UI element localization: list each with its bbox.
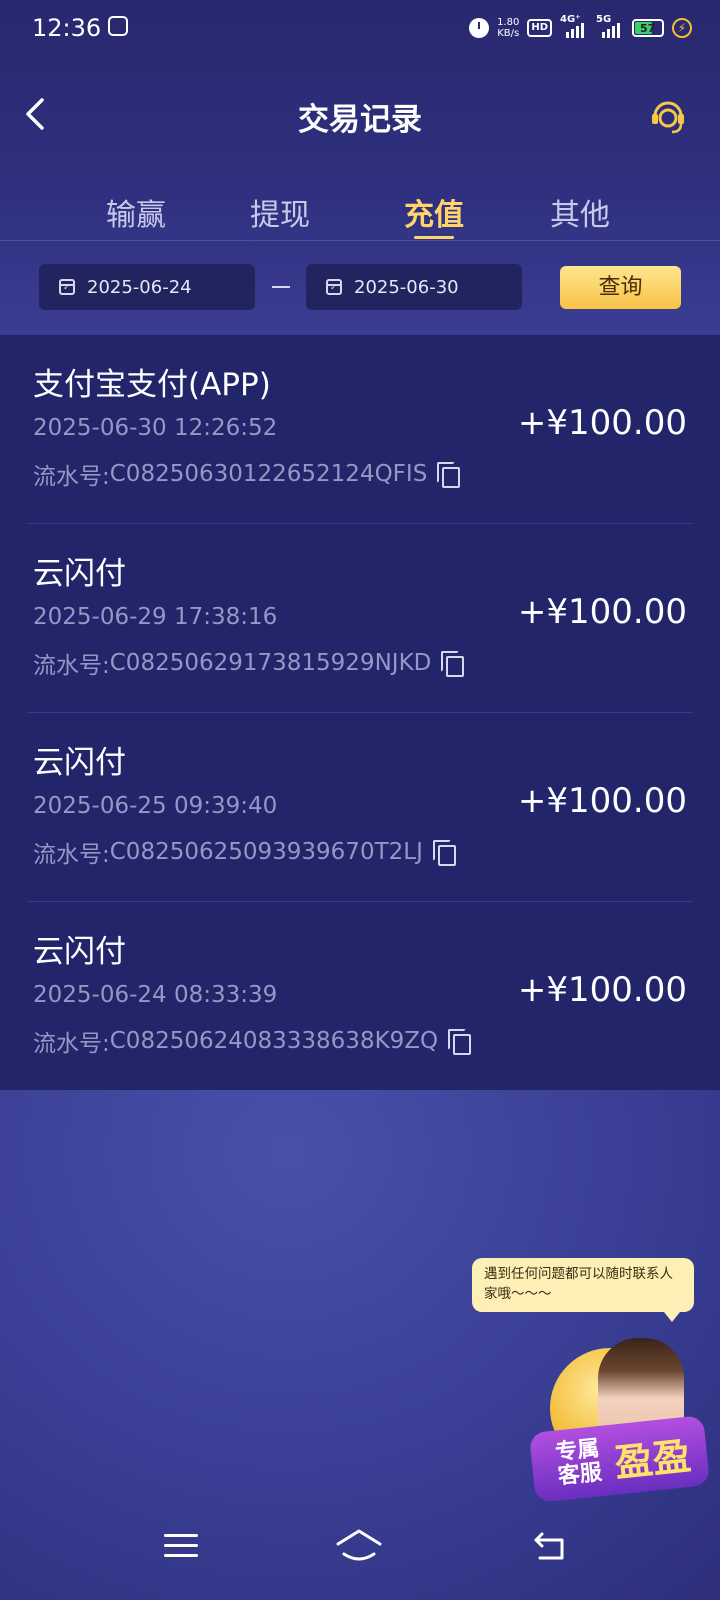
record-list: 支付宝支付(APP) 2025-06-30 12:26:52 流水号: C082… <box>0 335 720 1090</box>
query-button[interactable]: 查询 <box>560 266 681 309</box>
serial-number: C08250630122652124QFIS <box>109 461 428 487</box>
record-amount: +¥100.00 <box>517 403 687 443</box>
menu-icon[interactable] <box>164 1532 198 1560</box>
signal-icon-sim2: 5G <box>596 14 624 38</box>
alarm-icon <box>469 18 490 38</box>
customer-service-icon[interactable] <box>648 96 688 136</box>
signal-icon-sim1: 4G⁺ <box>560 14 588 38</box>
end-date-picker[interactable]: 2025-06-30 <box>306 264 522 310</box>
record-time: 2025-06-30 12:26:52 <box>33 415 278 441</box>
payment-method: 云闪付 <box>33 934 126 970</box>
record-amount: +¥100.00 <box>517 592 687 632</box>
record-row[interactable]: 云闪付 2025-06-29 17:38:16 流水号: C0825062917… <box>27 524 693 713</box>
tab-withdraw[interactable]: 提现 <box>250 190 310 234</box>
tab-recharge[interactable]: 充值 <box>404 190 464 234</box>
active-tab-indicator <box>414 236 454 239</box>
serial-number: C08250629173815929NJKD <box>109 650 432 676</box>
floating-customer-service-button[interactable]: 专属客服 盈盈 <box>528 1338 711 1503</box>
customer-service-tooltip: 遇到任何问题都可以随时联系人家哦～～～ <box>472 1258 694 1322</box>
payment-method: 云闪付 <box>33 556 126 592</box>
record-amount: +¥100.00 <box>517 781 687 821</box>
serial-number: C08250624083338638K9ZQ <box>109 1028 439 1054</box>
record-time: 2025-06-29 17:38:16 <box>33 604 278 630</box>
battery-icon: 57 <box>632 19 664 37</box>
tab-bar: 输赢 提现 充值 其他 <box>0 190 720 240</box>
serial-number: C08250625093939670T2LJ <box>109 839 423 865</box>
record-row[interactable]: 云闪付 2025-06-24 08:33:39 流水号: C0825062408… <box>27 902 693 1091</box>
cs-label-left: 专属客服 <box>554 1436 604 1490</box>
charging-icon: ⚡ <box>672 18 692 38</box>
date-range-separator <box>272 286 290 288</box>
battery-level: 57 <box>640 22 656 35</box>
calendar-icon <box>326 279 342 295</box>
sim1-network-label: 4G⁺ <box>560 14 581 25</box>
serial-prefix: 流水号: <box>33 464 110 490</box>
status-icons: 1.80 KB/s HD 4G⁺ 5G 57 ⚡ <box>469 14 692 42</box>
start-date-picker[interactable]: 2025-06-24 <box>39 264 255 310</box>
record-row[interactable]: 云闪付 2025-06-25 09:39:40 流水号: C0825062509… <box>27 713 693 902</box>
hd-badge: HD <box>527 19 552 37</box>
tab-divider <box>0 240 720 241</box>
copy-icon[interactable] <box>432 840 456 866</box>
record-serial: 流水号: C08250630122652124QFIS <box>33 457 461 491</box>
network-speed: 1.80 KB/s <box>497 17 519 39</box>
network-speed-unit: KB/s <box>497 28 520 39</box>
cs-label-right: 盈盈 <box>612 1433 693 1485</box>
home-icon[interactable] <box>334 1526 384 1566</box>
end-date-value: 2025-06-30 <box>354 276 459 298</box>
tab-win-loss[interactable]: 输赢 <box>106 190 166 234</box>
status-bar: 12:36 1.80 KB/s HD 4G⁺ 5G 57 ⚡ <box>0 0 720 58</box>
tab-other[interactable]: 其他 <box>550 190 610 234</box>
network-speed-value: 1.80 <box>497 17 520 28</box>
start-date-value: 2025-06-24 <box>87 276 192 298</box>
payment-method: 云闪付 <box>33 745 126 781</box>
record-serial: 流水号: C08250629173815929NJKD <box>33 646 465 680</box>
record-time: 2025-06-25 09:39:40 <box>33 793 278 819</box>
record-amount: +¥100.00 <box>517 970 687 1010</box>
record-serial: 流水号: C08250624083338638K9ZQ <box>33 1024 472 1058</box>
copy-icon[interactable] <box>441 651 465 677</box>
status-time: 12:36 <box>32 14 102 42</box>
record-serial: 流水号: C08250625093939670T2LJ <box>33 835 456 869</box>
sim2-network-label: 5G <box>596 14 612 25</box>
copy-icon[interactable] <box>448 1029 472 1055</box>
system-navigation-bar <box>0 1520 720 1600</box>
serial-prefix: 流水号: <box>33 653 110 679</box>
serial-prefix: 流水号: <box>33 1031 110 1057</box>
record-time: 2025-06-24 08:33:39 <box>33 982 278 1008</box>
page-title: 交易记录 <box>298 102 422 138</box>
copy-icon[interactable] <box>437 462 461 488</box>
serial-prefix: 流水号: <box>33 842 110 868</box>
notification-app-icon <box>108 16 128 36</box>
payment-method: 支付宝支付(APP) <box>33 367 271 403</box>
calendar-icon <box>59 279 75 295</box>
back-icon[interactable] <box>532 1530 568 1562</box>
record-row[interactable]: 支付宝支付(APP) 2025-06-30 12:26:52 流水号: C082… <box>27 335 693 524</box>
